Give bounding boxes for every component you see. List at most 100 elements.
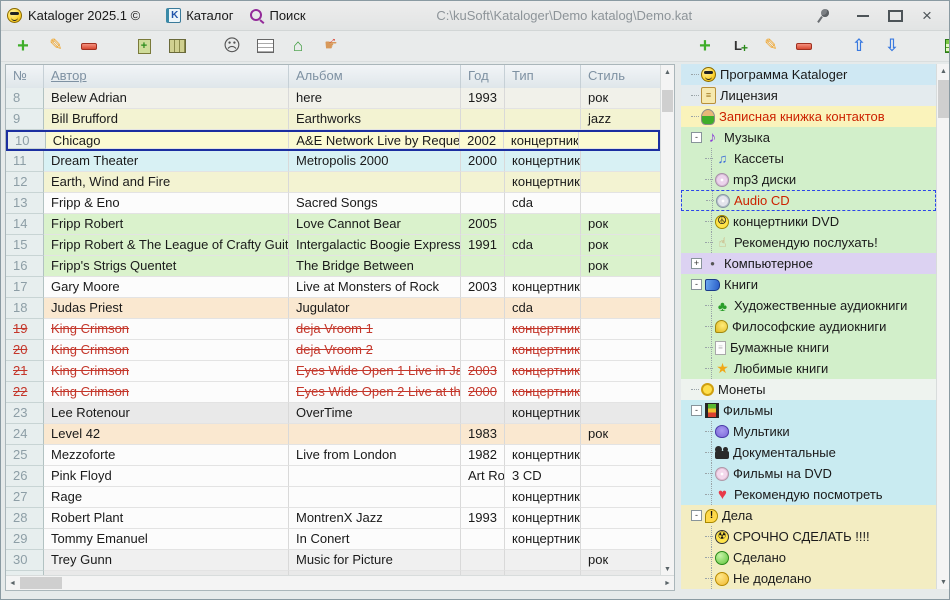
table-card-button[interactable]: [253, 34, 277, 58]
tree-item[interactable]: -♪Музыка: [681, 127, 936, 148]
table-row[interactable]: 15Fripp Robert & The League of Crafty Gu…: [6, 235, 660, 256]
tree-item[interactable]: -Книги: [681, 274, 936, 295]
tree-item[interactable]: -!Дела: [681, 505, 936, 526]
cell-num: 19: [6, 319, 44, 340]
scrollbar-thumb[interactable]: [938, 80, 949, 118]
edit-record-button[interactable]: ✎: [44, 34, 68, 58]
collapse-icon[interactable]: -: [691, 510, 702, 521]
table-row[interactable]: 30Trey GunnMusic for Pictureрок: [6, 550, 660, 571]
tree-item[interactable]: +●Компьютерное: [681, 253, 936, 274]
tree-item[interactable]: mp3 диски: [681, 169, 936, 190]
tree-item[interactable]: ≡Лицензия: [681, 85, 936, 106]
collapse-icon[interactable]: -: [691, 279, 702, 290]
tree-item[interactable]: Документальные: [681, 442, 936, 463]
scroll-up-arrow[interactable]: ▲: [937, 64, 950, 78]
table-horizontal-scrollbar[interactable]: ◄►: [6, 575, 674, 590]
tree-item[interactable]: ♣Художественные аудиокниги: [681, 295, 936, 316]
table-row[interactable]: 14Fripp RobertLove Cannot Bear2005рок: [6, 214, 660, 235]
collapse-icon[interactable]: -: [691, 132, 702, 143]
table-row[interactable]: 22King CrimsonEyes Wide Open 2 Live at t…: [6, 382, 660, 403]
tree-item[interactable]: ☮концертники DVD: [681, 211, 936, 232]
column-header-2[interactable]: Альбом: [289, 65, 461, 88]
tree-item[interactable]: Фильмы на DVD: [681, 463, 936, 484]
tree-item[interactable]: Не доделано: [681, 568, 936, 589]
tree-item[interactable]: Мультики: [681, 421, 936, 442]
scroll-right-arrow[interactable]: ►: [661, 576, 674, 590]
menu-search[interactable]: Поиск: [241, 5, 313, 26]
tree-item[interactable]: ≡Бумажные книги: [681, 337, 936, 358]
scroll-down-arrow[interactable]: ▼: [937, 575, 950, 589]
table-row[interactable]: 19King Crimsondeja Vroom 1концертник: [6, 319, 660, 340]
grid-view-button[interactable]: [941, 34, 950, 58]
scroll-down-arrow[interactable]: ▼: [661, 562, 674, 576]
home-button[interactable]: ⌂: [286, 34, 310, 58]
table-row[interactable]: 20King Crimsondeja Vroom 2концертник: [6, 340, 660, 361]
table-row[interactable]: 17Gary MooreLive at Monsters of Rock2003…: [6, 277, 660, 298]
expand-icon[interactable]: +: [691, 258, 702, 269]
tree-item[interactable]: Записная книжка контактов: [681, 106, 936, 127]
table-row[interactable]: 23Lee RotenourOverTimeконцертник: [6, 403, 660, 424]
scrollbar-thumb[interactable]: [20, 577, 62, 589]
export-button[interactable]: ☛: [319, 34, 343, 58]
cell-author: Mezzoforte: [44, 445, 289, 466]
table-row[interactable]: 28Robert PlantMontrenX Jazz1993концертни…: [6, 508, 660, 529]
tree-item[interactable]: Монеты: [681, 379, 936, 400]
table-row[interactable]: 25MezzoforteLive from London1982концертн…: [6, 445, 660, 466]
maximize-button[interactable]: [879, 5, 911, 27]
paper-icon: ≡: [715, 341, 726, 355]
column-header-5[interactable]: Стиль: [581, 65, 660, 88]
tree-item[interactable]: -Фильмы: [681, 400, 936, 421]
column-header-1[interactable]: Автор: [44, 65, 289, 88]
tree-item[interactable]: ☢СРОЧНО СДЕЛАТЬ !!!!: [681, 526, 936, 547]
column-header-3[interactable]: Год: [461, 65, 505, 88]
tree-item[interactable]: ☝Рекомендую послухать!: [681, 232, 936, 253]
tree-item[interactable]: Сделано: [681, 547, 936, 568]
table-row[interactable]: 13Fripp & EnoSacred Songscda: [6, 193, 660, 214]
scroll-left-arrow[interactable]: ◄: [6, 576, 19, 590]
menu-catalog[interactable]: K Каталог: [158, 5, 241, 26]
edit-category-button[interactable]: ✎: [759, 34, 783, 58]
smiley-view-button[interactable]: ☹: [220, 34, 244, 58]
scrollbar-thumb[interactable]: [662, 90, 673, 112]
cell-album: Live from London: [289, 445, 461, 466]
tree-item[interactable]: ♫Кассеты: [681, 148, 936, 169]
table-row[interactable]: 18Judas PriestJugulatorcda: [6, 298, 660, 319]
close-button[interactable]: ×: [911, 5, 943, 27]
table-row[interactable]: 8Belew Adrianhere1993рок: [6, 88, 660, 109]
column-header-4[interactable]: Тип: [505, 65, 581, 88]
table-vertical-scrollbar[interactable]: ▲▼: [660, 65, 674, 576]
table-row[interactable]: 16Fripp's Strigs QuentetThe Bridge Betwe…: [6, 256, 660, 277]
table-row[interactable]: 11Dream TheaterMetropolis 20002000концер…: [6, 151, 660, 172]
add-subcategory-button[interactable]: L: [726, 34, 750, 58]
tree-vertical-scrollbar[interactable]: ▲▼: [936, 64, 950, 589]
columns-button[interactable]: [165, 34, 189, 58]
table-row[interactable]: 29Tommy EmanuelIn Conertконцертник: [6, 529, 660, 550]
cell-num: 21: [6, 361, 44, 382]
minimize-button[interactable]: [847, 5, 879, 27]
table-row[interactable]: 12Earth, Wind and Fireконцертник: [6, 172, 660, 193]
collapse-icon[interactable]: -: [691, 405, 702, 416]
delete-category-button[interactable]: [792, 34, 816, 58]
tree-item[interactable]: Audio CD: [681, 190, 936, 211]
delete-record-button[interactable]: [77, 34, 101, 58]
tree-item[interactable]: Программа Kataloger: [681, 64, 936, 85]
table-row[interactable]: 27Rageконцертник: [6, 487, 660, 508]
scroll-up-arrow[interactable]: ▲: [661, 65, 674, 79]
column-header-0[interactable]: №: [6, 65, 44, 88]
tree-item[interactable]: ★Любимые книги: [681, 358, 936, 379]
add-category-button[interactable]: +: [693, 34, 717, 58]
add-record-button[interactable]: +: [11, 34, 35, 58]
table-row[interactable]: 10ChicagoA&E Network Live by Request2002…: [6, 130, 660, 151]
tree-item[interactable]: ♥Рекомендую посмотреть: [681, 484, 936, 505]
table-row[interactable]: 9Bill BruffordEarthworksjazz: [6, 109, 660, 130]
table-row[interactable]: 21King CrimsonEyes Wide Open 1 Live in J…: [6, 361, 660, 382]
insert-field-button[interactable]: +: [132, 34, 156, 58]
cell-album: Eyes Wide Open 1 Live in Japa: [289, 361, 461, 382]
table-row[interactable]: 24Level 421983рок: [6, 424, 660, 445]
tree-item[interactable]: Философские аудиокниги: [681, 316, 936, 337]
table-row[interactable]: 26Pink FloydArt Roc3 CD: [6, 466, 660, 487]
tree-item-label: Любимые книги: [734, 361, 828, 376]
pin-icon[interactable]: [815, 7, 831, 25]
move-down-button[interactable]: ⇩: [880, 34, 904, 58]
move-up-button[interactable]: ⇧: [847, 34, 871, 58]
